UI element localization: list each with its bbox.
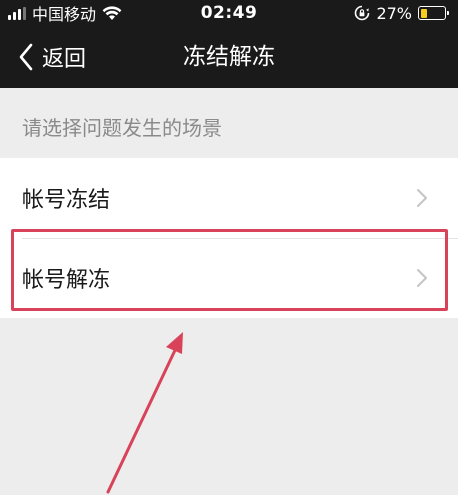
page-title: 冻结解冻 xyxy=(183,44,275,70)
list-item-label: 帐号解冻 xyxy=(22,268,111,293)
carrier-name: 中国移动 xyxy=(32,5,97,24)
status-time: 02:49 xyxy=(200,3,258,23)
signal-icon xyxy=(8,6,26,20)
status-left: 中国移动 xyxy=(8,1,122,25)
wifi-icon xyxy=(102,5,122,20)
list-item-account-freeze[interactable]: 帐号冻结 xyxy=(0,158,458,238)
status-right: 27% xyxy=(354,3,449,23)
rotation-lock-icon xyxy=(355,5,370,21)
chevron-right-icon xyxy=(417,269,427,287)
section-header: 请选择问题发生的场景 xyxy=(22,116,222,140)
list-item-label: 帐号冻结 xyxy=(22,188,111,213)
status-bar: 中国移动 02:49 27% xyxy=(0,0,458,26)
battery-percent: 27% xyxy=(376,3,412,23)
nav-bar: 返回 冻结解冻 xyxy=(0,26,458,88)
battery-fill xyxy=(420,8,427,18)
battery-icon xyxy=(418,6,449,20)
list-item-account-unfreeze[interactable]: 帐号解冻 xyxy=(0,238,458,318)
chevron-right-icon xyxy=(417,189,427,207)
scene-list: 帐号冻结 帐号解冻 xyxy=(0,158,458,318)
